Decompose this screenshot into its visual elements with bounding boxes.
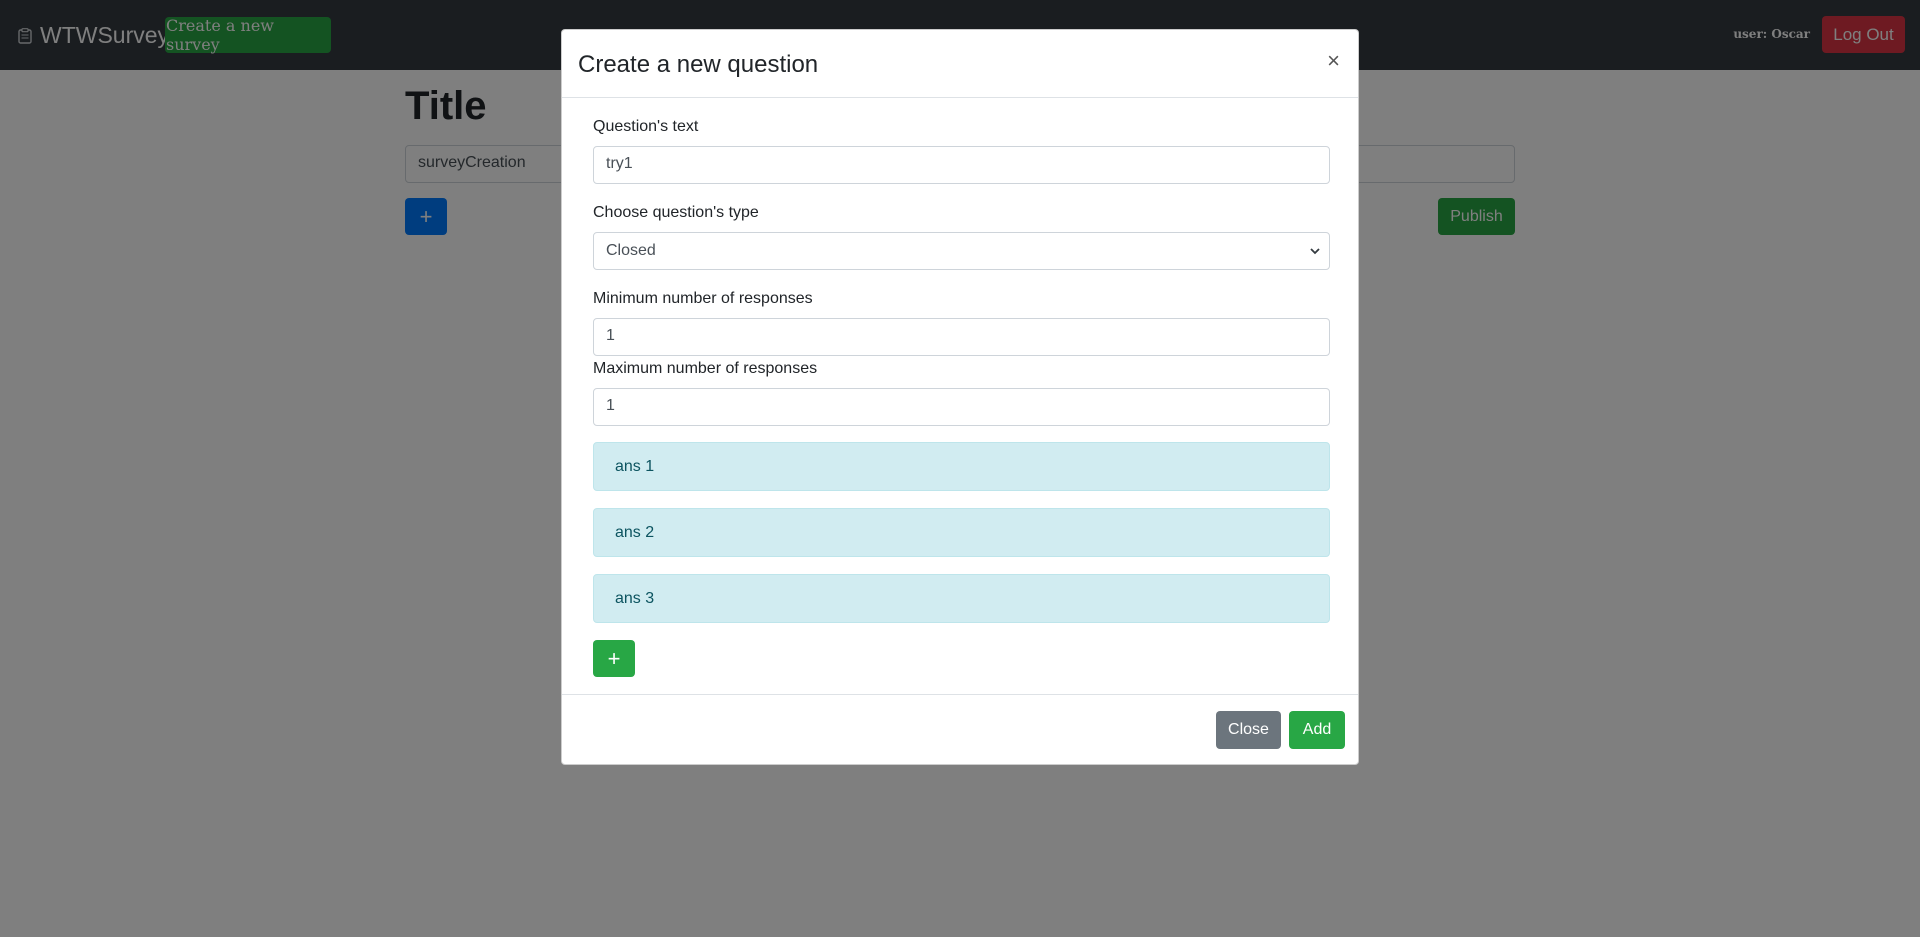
close-button[interactable]: Close [1216,711,1281,749]
min-responses-label: Minimum number of responses [593,290,813,307]
add-answer-button[interactable]: + [593,640,635,677]
question-type-value: Closed [606,242,656,259]
modal-footer-divider [562,694,1358,695]
question-type-label: Choose question's type [593,204,759,221]
question-text-input[interactable]: try1 [593,146,1330,184]
question-type-select[interactable]: Closed [593,232,1330,270]
answer-item[interactable]: ans 1 [593,442,1330,491]
modal-title: Create a new question [578,51,819,78]
min-responses-input[interactable]: 1 [593,318,1330,356]
max-responses-input[interactable]: 1 [593,388,1330,426]
add-button[interactable]: Add [1289,711,1345,749]
question-text-label: Question's text [593,118,699,135]
answer-item[interactable]: ans 2 [593,508,1330,557]
chevron-down-icon [1310,248,1320,255]
answer-item[interactable]: ans 3 [593,574,1330,623]
modal-header: Create a new question × [562,30,1358,98]
max-responses-label: Maximum number of responses [593,360,818,377]
create-question-modal: Create a new question × Question's text … [561,29,1359,765]
close-icon[interactable]: × [1327,50,1340,72]
